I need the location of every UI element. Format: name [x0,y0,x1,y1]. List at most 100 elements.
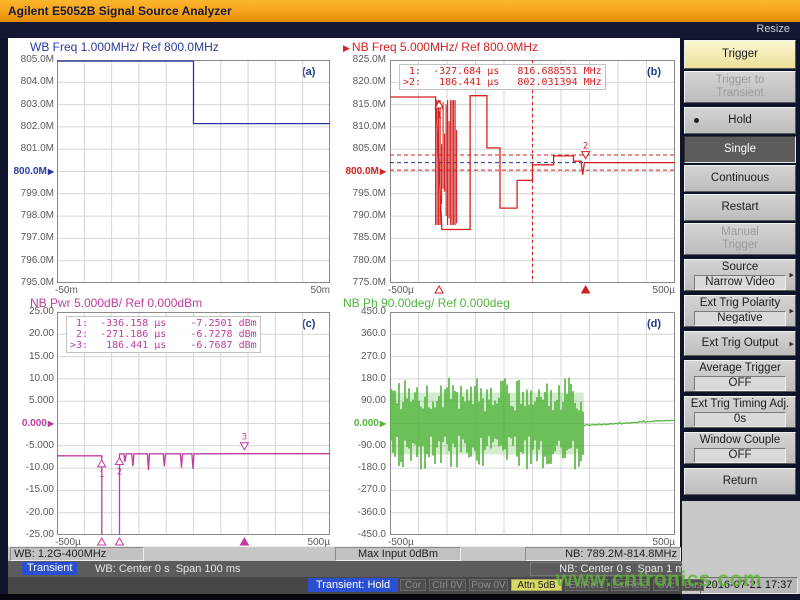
y-tick-label: -270.0 [341,484,386,495]
sidebar-button-ext-trig-output[interactable]: Ext Trig Output▸ [684,331,796,356]
y-tick-label: 796.0M [9,255,54,266]
plot-area-d [390,312,675,546]
y-tick-label: 801.0M [9,143,54,154]
sidebar-button-source[interactable]: SourceNarrow Video▸ [684,259,796,291]
submenu-arrow-icon: ▸ [789,337,794,350]
y-tick-label: 90.00 [341,395,386,406]
y-tick-label: 810.0M [341,121,386,132]
transient-tab[interactable]: Transient [22,562,77,575]
nb-range-box: NB: 789.2M-814.8MHz [525,547,681,561]
y-tick-label: 805.0M [341,143,386,154]
sidebar-button-trigger[interactable]: Trigger [684,40,796,69]
svg-text:1: 1 [436,111,441,121]
y-tick-label: 802.0M [9,121,54,132]
sidebar-button-value: OFF [694,376,786,391]
y-tick-label: 20.00 [9,328,54,339]
submenu-arrow-icon: ▸ [789,269,794,282]
sidebar-button-label: Restart [685,201,795,214]
selected-dot-icon [694,118,699,123]
y-tick-label: -360.0 [341,507,386,518]
bottom-border [0,594,800,600]
sidebar-button-label: Single [685,143,795,156]
y-tick-label: 825.0M [341,54,386,65]
plot-area-a [57,60,330,294]
status-item-attn-5db: Attn 5dB [511,579,562,591]
sidebar-button-label: Manual [685,226,795,239]
instrument-screen: Agilent E5052B Signal Source Analyzer Re… [0,0,800,600]
y-tick-label: 775.0M [341,277,386,288]
sidebar-button-label: Continuous [685,172,795,185]
marker-readout-b: 1: -327.684 µs 816.688551 MHz >2: 186.44… [399,64,606,90]
y-tick-label: -20.00 [9,507,54,518]
sidebar-button-value: OFF [694,448,786,463]
sidebar-button-label: Source [685,261,795,274]
y-tick-label: 795.0M [341,188,386,199]
svg-text:3: 3 [242,433,247,443]
y-tick-label: 790.0M [341,210,386,221]
y-tick-label: 25.00 [9,306,54,317]
sidebar-button-ext-trig-polarity[interactable]: Ext Trig PolarityNegative▸ [684,295,796,327]
y-tick-label: 0.000▶ [341,418,386,429]
y-tick-label: -10.00 [9,462,54,473]
y-tick-label: -15.00 [9,484,54,495]
y-tick-label: 805.0M [9,54,54,65]
svg-text:2: 2 [583,142,588,152]
y-tick-label: 820.0M [341,76,386,87]
sidebar-button-manual-trigger: ManualTrigger [684,223,796,255]
resize-button[interactable]: Resize [756,23,790,35]
y-tick-label: 780.0M [341,255,386,266]
y-tick-label: -90.00 [341,440,386,451]
svg-text:2: 2 [117,468,122,478]
sidebar-button-label: Ext Trig Timing Adj. [685,398,795,411]
submenu-arrow-icon: ▸ [789,305,794,318]
y-tick-label: 800.0M▶ [341,166,386,177]
status-item-transient-hold: Transient: Hold [308,578,398,592]
y-tick-label: 5.000 [9,395,54,406]
y-tick-label: 803.0M [9,99,54,110]
max-input-box: Max Input 0dBm [335,547,461,561]
y-tick-label: 815.0M [341,99,386,110]
y-tick-label: 10.00 [9,373,54,384]
nb-span-text: NB: Center 0 s Span 1 ms [530,562,694,576]
sidebar-button-single[interactable]: Single [684,136,796,163]
wb-range-box: WB: 1.2G-400MHz [10,547,144,561]
status-item-pow-0v: Pow 0V [469,579,508,591]
sidebar-button-return[interactable]: Return [684,468,796,495]
status-item-bus: Bus [682,579,704,591]
y-tick-label: 804.0M [9,76,54,87]
wb-span-text: WB: Center 0 s Span 100 ms [95,562,241,576]
sidebar-button-label: Trigger [685,48,795,61]
active-trace-icon: ▶ [343,43,350,53]
sidebar-button-window-couple[interactable]: Window CoupleOFF [684,432,796,464]
sidebar-button-hold[interactable]: Hold [684,107,796,134]
plot-b-title: ▶NB Freq 5.000MHz/ Ref 800.0MHz [343,40,538,54]
ref-level-icon: ▶ [380,419,386,428]
ref-level-icon: ▶ [380,167,386,176]
sidebar-button-label: Trigger to [685,74,795,87]
sidebar-button-label: Average Trigger [685,362,795,375]
status-item-extref2: ExtRef2 [611,579,650,591]
sidebar-button-restart[interactable]: Restart [684,194,796,221]
ref-level-icon: ▶ [48,419,54,428]
sidebar-button-continuous[interactable]: Continuous [684,165,796,192]
sidebar-button-value: Negative [694,311,786,326]
y-tick-label: 797.0M [9,232,54,243]
y-tick-label: -5.000 [9,440,54,451]
window-title: Agilent E5052B Signal Source Analyzer [0,0,800,22]
sidebar-button-average-trigger[interactable]: Average TriggerOFF [684,360,796,392]
sidebar-button-trigger-to-transient: Trigger toTransient [684,71,796,103]
y-tick-label: 270.0 [341,351,386,362]
y-tick-label: 180.0 [341,373,386,384]
sidebar-button-label2: Transient [685,87,795,100]
sidebar-button-label: Ext Trig Polarity [685,297,795,310]
y-tick-label: 450.0 [341,306,386,317]
y-tick-label: 800.0M▶ [9,166,54,177]
sidebar-button-label: Hold [685,114,795,127]
y-tick-label: 15.00 [9,351,54,362]
status-item-svc: Svc [653,579,679,591]
status-item-cor: Cor [400,579,426,591]
y-tick-label: 0.000▶ [9,418,54,429]
sidebar-button-label: Ext Trig Output [685,337,795,350]
sidebar-button-ext-trig-timing-adj[interactable]: Ext Trig Timing Adj.0s [684,396,796,428]
status-item-extref1: ExtRef1 [565,579,608,591]
